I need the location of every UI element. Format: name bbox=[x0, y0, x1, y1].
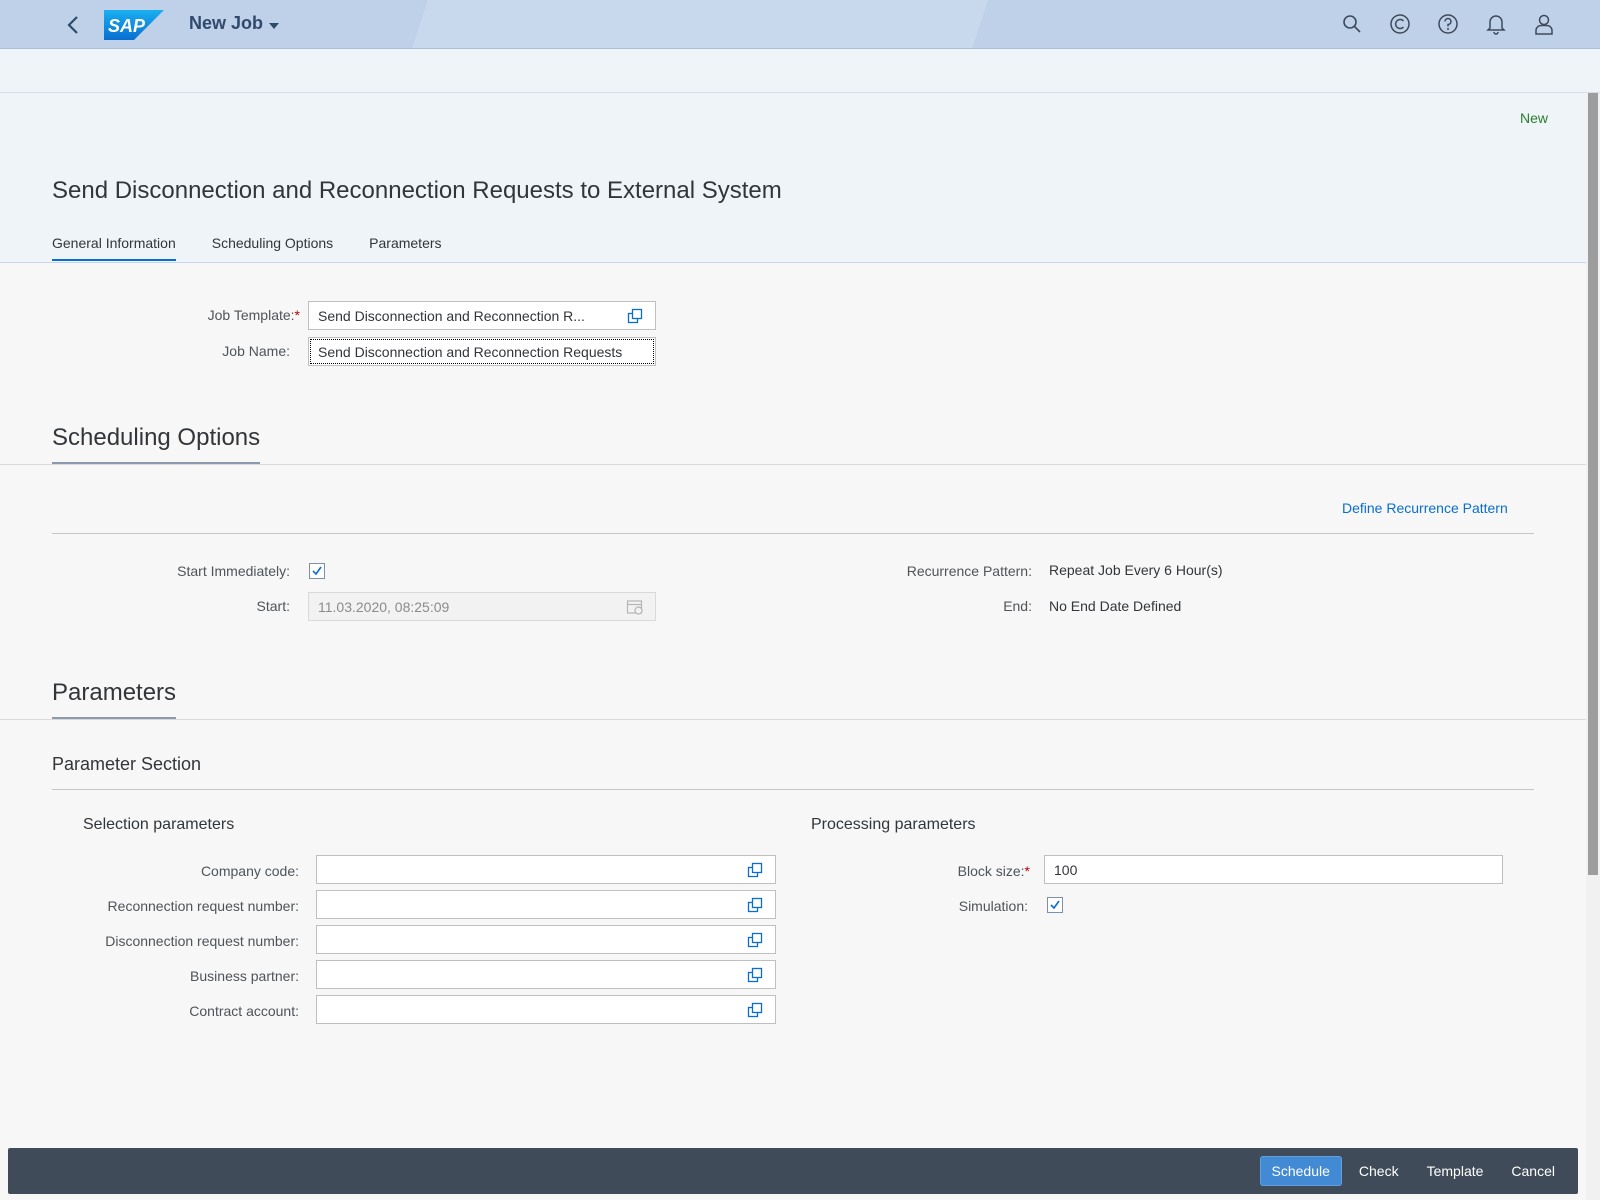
block-size-label: Block size:* bbox=[957, 863, 1030, 879]
disconnection-request-number-label: Disconnection request number: bbox=[105, 933, 299, 949]
simulation-checkbox[interactable] bbox=[1047, 897, 1063, 913]
end-label: End: bbox=[1003, 598, 1032, 614]
value-help-icon[interactable] bbox=[744, 929, 766, 951]
tab-bar: General Information Scheduling Options P… bbox=[52, 235, 442, 261]
app-title-menu[interactable]: New Job bbox=[189, 13, 280, 34]
page-title: Send Disconnection and Reconnection Requ… bbox=[52, 177, 782, 204]
job-name-field[interactable]: Send Disconnection and Reconnection Requ… bbox=[308, 337, 656, 366]
job-name-value: Send Disconnection and Reconnection Requ… bbox=[318, 343, 623, 360]
copyright-icon[interactable] bbox=[1388, 12, 1412, 36]
object-header: New Send Disconnection and Reconnection … bbox=[0, 93, 1586, 263]
company-code-field[interactable] bbox=[316, 855, 776, 884]
simulation-label: Simulation: bbox=[958, 898, 1028, 914]
recurrence-pattern-label: Recurrence Pattern: bbox=[906, 563, 1032, 579]
checkmark-icon bbox=[312, 566, 322, 576]
value-help-icon[interactable] bbox=[744, 999, 766, 1021]
required-marker: * bbox=[294, 307, 300, 323]
job-template-label: Job Template:* bbox=[207, 307, 300, 323]
template-button[interactable]: Template bbox=[1416, 1156, 1495, 1186]
selection-parameters-title: Selection parameters bbox=[83, 816, 235, 833]
sub-header-bar bbox=[0, 49, 1600, 93]
start-immediately-label: Start Immediately: bbox=[177, 563, 290, 579]
job-template-value: Send Disconnection and Reconnection R... bbox=[318, 307, 585, 324]
shell-bar: SAP New Job bbox=[0, 0, 1600, 49]
notifications-icon[interactable] bbox=[1484, 12, 1508, 36]
divider bbox=[0, 719, 1586, 720]
sap-logo-text: SAP bbox=[108, 16, 146, 36]
reconnection-request-number-field[interactable] bbox=[316, 890, 776, 919]
tab-scheduling-options[interactable]: Scheduling Options bbox=[212, 235, 333, 261]
check-button[interactable]: Check bbox=[1348, 1156, 1410, 1186]
define-recurrence-pattern-link[interactable]: Define Recurrence Pattern bbox=[1342, 500, 1508, 516]
vertical-scrollbar[interactable] bbox=[1586, 93, 1600, 1200]
processing-parameters-title: Processing parameters bbox=[811, 816, 976, 833]
value-help-icon[interactable] bbox=[744, 894, 766, 916]
value-help-icon[interactable] bbox=[744, 964, 766, 986]
search-icon[interactable] bbox=[1340, 12, 1364, 36]
business-partner-label: Business partner: bbox=[190, 968, 299, 984]
back-icon[interactable] bbox=[60, 12, 86, 38]
cancel-button[interactable]: Cancel bbox=[1500, 1156, 1566, 1186]
value-help-icon[interactable] bbox=[744, 859, 766, 881]
divider bbox=[52, 789, 1534, 790]
end-value: No End Date Defined bbox=[1049, 598, 1182, 614]
value-help-icon[interactable] bbox=[624, 305, 646, 327]
company-code-label: Company code: bbox=[200, 863, 299, 879]
scrollbar-thumb[interactable] bbox=[1588, 93, 1598, 875]
reconnection-request-number-label: Reconnection request number: bbox=[107, 898, 299, 914]
start-datetime-field: 11.03.2020, 08:25:09 bbox=[308, 592, 656, 621]
start-label: Start: bbox=[256, 598, 290, 614]
job-name-label: Job Name: bbox=[222, 343, 290, 359]
required-marker: * bbox=[1024, 863, 1030, 879]
tab-general-information[interactable]: General Information bbox=[52, 235, 176, 261]
parameters-title: Parameters bbox=[52, 679, 177, 719]
app-title: New Job bbox=[189, 13, 264, 33]
help-icon[interactable] bbox=[1436, 12, 1460, 36]
user-icon[interactable] bbox=[1532, 12, 1556, 36]
scheduling-options-title: Scheduling Options bbox=[52, 424, 261, 464]
business-partner-field[interactable] bbox=[316, 960, 776, 989]
contract-account-field[interactable] bbox=[316, 995, 776, 1024]
sap-logo[interactable]: SAP bbox=[104, 10, 164, 40]
contract-account-label: Contract account: bbox=[189, 1003, 299, 1019]
tab-parameters[interactable]: Parameters bbox=[369, 235, 441, 261]
recurrence-pattern-value: Repeat Job Every 6 Hour(s) bbox=[1049, 562, 1223, 578]
disconnection-request-number-field[interactable] bbox=[316, 925, 776, 954]
caret-down-icon bbox=[269, 13, 280, 34]
status-badge: New bbox=[1519, 110, 1548, 126]
block-size-value: 100 bbox=[1054, 861, 1078, 878]
block-size-field[interactable]: 100 bbox=[1044, 855, 1503, 884]
footer-toolbar: Schedule Check Template Cancel bbox=[8, 1148, 1578, 1194]
schedule-button[interactable]: Schedule bbox=[1259, 1156, 1342, 1186]
divider bbox=[52, 533, 1534, 534]
start-immediately-checkbox[interactable] bbox=[309, 563, 325, 579]
calendar-icon bbox=[624, 596, 646, 618]
checkmark-icon bbox=[1050, 900, 1060, 910]
job-template-field[interactable]: Send Disconnection and Reconnection R... bbox=[308, 301, 656, 330]
parameter-section-title: Parameter Section bbox=[52, 754, 202, 774]
start-datetime-value: 11.03.2020, 08:25:09 bbox=[318, 598, 450, 615]
divider bbox=[0, 464, 1586, 465]
